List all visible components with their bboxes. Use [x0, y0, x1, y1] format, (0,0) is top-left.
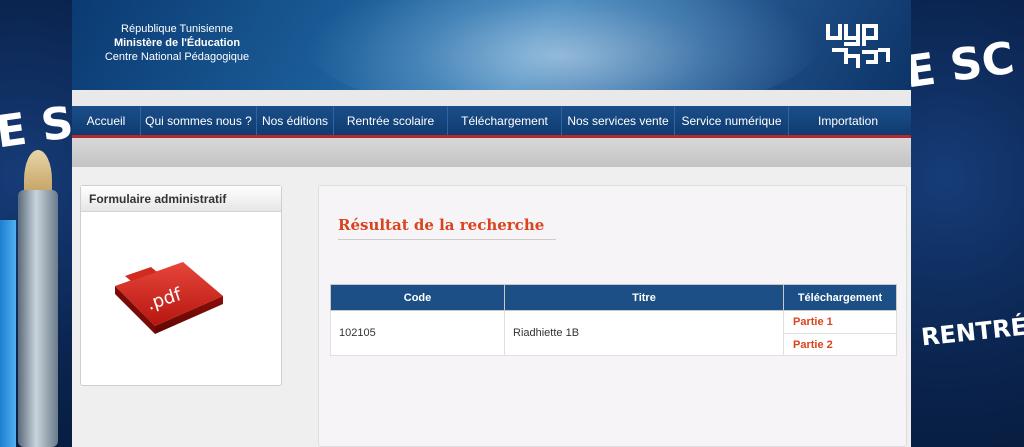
- background-right-art: E SC RENTRÉ: [911, 0, 1024, 447]
- nav-item-qui-sommes-nous[interactable]: Qui sommes nous ?: [141, 106, 257, 135]
- nav-top-gap: [72, 90, 911, 106]
- sub-navigation-bar: [72, 138, 911, 167]
- page-container: République Tunisienne Ministère de l'Édu…: [72, 0, 911, 447]
- header-ministry: Ministère de l'Éducation: [113, 37, 241, 49]
- nav-item-accueil[interactable]: Accueil: [72, 106, 141, 135]
- download-link-partie-1[interactable]: Partie 1: [784, 311, 896, 333]
- column-header-download: Téléchargement: [783, 284, 897, 311]
- table-row: 102105 Riadhiette 1B Partie 1 Partie 2: [330, 310, 897, 356]
- column-header-code: Code: [330, 284, 505, 311]
- background-left-text: E SC: [0, 92, 72, 159]
- column-header-title: Titre: [504, 284, 784, 311]
- search-results-box: Résultat de la recherche Code Titre Télé…: [318, 185, 907, 447]
- header-titles: République Tunisienne Ministère de l'Édu…: [72, 22, 282, 64]
- content-area: Formulaire administratif .pdf Résultat d…: [72, 167, 911, 447]
- cell-title: Riadhiette 1B: [504, 310, 784, 356]
- page-title: Résultat de la recherche: [338, 216, 556, 240]
- cell-code: 102105: [330, 310, 505, 356]
- nav-item-nos-editions[interactable]: Nos éditions: [257, 106, 334, 135]
- nav-item-rentree-scolaire[interactable]: Rentrée scolaire: [334, 106, 448, 135]
- table-header-row: Code Titre Téléchargement: [330, 284, 897, 311]
- nav-item-service-numerique[interactable]: Service numérique: [675, 106, 789, 135]
- main-navigation: Accueil Qui sommes nous ? Nos éditions R…: [72, 106, 911, 138]
- header-center: Centre National Pédagogique: [104, 51, 250, 63]
- results-table: Code Titre Téléchargement 102105 Riadhie…: [330, 284, 897, 356]
- background-right-text-top: E SC: [911, 32, 1018, 99]
- nav-item-nos-services-vente[interactable]: Nos services vente: [562, 106, 675, 135]
- cnp-logo-icon[interactable]: [824, 22, 892, 70]
- brush-image: [18, 190, 58, 447]
- sidebar-admin-form-box: Formulaire administratif .pdf: [80, 185, 282, 386]
- nav-item-importation[interactable]: Importation: [789, 106, 907, 135]
- download-link-partie-2[interactable]: Partie 2: [784, 333, 896, 355]
- pdf-icon[interactable]: .pdf: [111, 256, 226, 336]
- open-book-banner-image: [302, 0, 822, 90]
- background-right-text-bottom: RENTRÉ: [919, 312, 1024, 352]
- header-country: République Tunisienne: [121, 23, 233, 35]
- nav-item-telechargement[interactable]: Téléchargement: [448, 106, 562, 135]
- background-left-art: E SC: [0, 0, 72, 447]
- cell-download: Partie 1 Partie 2: [783, 310, 897, 356]
- site-header: République Tunisienne Ministère de l'Édu…: [72, 0, 911, 90]
- sidebar-title: Formulaire administratif: [81, 186, 281, 212]
- pencil-image: [0, 220, 16, 447]
